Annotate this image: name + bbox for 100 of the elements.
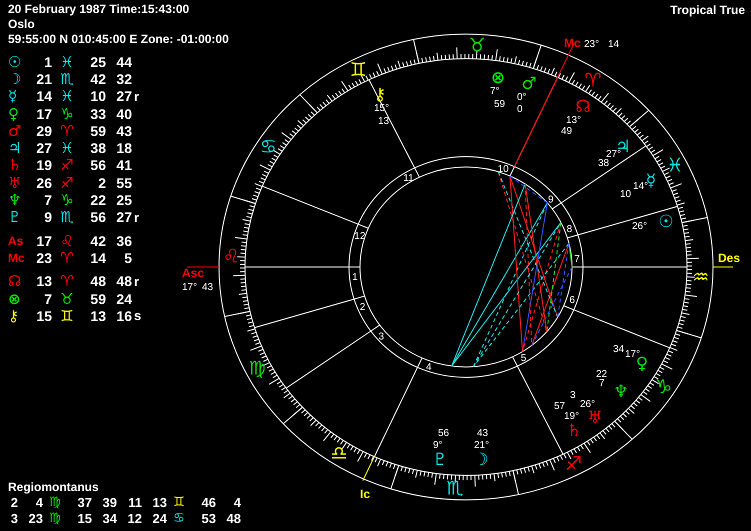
motion-flag-text: r xyxy=(134,210,140,225)
sign-glyph: ♈ xyxy=(59,272,75,290)
sign-glyph: ♌ xyxy=(59,232,75,250)
minutes-label: 38 xyxy=(598,158,610,169)
body-glyph: ☊ xyxy=(8,272,22,290)
minutes-label: 49 xyxy=(561,126,572,137)
degree-value: 26 xyxy=(35,174,52,191)
body-glyph: ☿ xyxy=(8,87,18,106)
body-glyph: ♂ xyxy=(8,122,22,140)
house-number-value: 2 xyxy=(10,495,18,511)
sign-glyph: ♈ xyxy=(59,248,75,267)
seconds-value: 5 xyxy=(123,250,132,266)
zodiac-sign-glyph: ♐ xyxy=(565,452,582,475)
planet-glyph: ☊ xyxy=(575,97,591,117)
house-number: 9 xyxy=(548,194,554,206)
minutes-value: 59 xyxy=(89,290,106,306)
planet-glyph: ⚷ xyxy=(374,85,386,105)
minutes-value: 33 xyxy=(89,106,106,122)
house-number-value: 11 xyxy=(127,495,142,511)
body-glyph: ♅ xyxy=(8,174,22,192)
sign-glyph: ♐ xyxy=(59,174,75,192)
degree-value: 19 xyxy=(35,157,52,174)
zodiac-sign-glyph: ♑ xyxy=(655,376,672,398)
house-number: 6 xyxy=(569,295,575,306)
minutes-label: 34 xyxy=(613,344,624,355)
zodiac-sign-glyph: ♏ xyxy=(446,477,464,500)
angle-label: Asc xyxy=(182,266,204,280)
minutes-label: 59 xyxy=(494,99,506,110)
planet-glyph: ♅ xyxy=(587,408,603,428)
seconds-value: 27 xyxy=(115,209,132,226)
planet-glyph: ♀ xyxy=(636,354,648,374)
angle-label: Des xyxy=(718,251,740,265)
planet-glyph: ☉ xyxy=(658,212,674,232)
seconds-value: 27 xyxy=(115,88,132,104)
seconds-value: 48 xyxy=(226,511,241,527)
motion-flag-text: r xyxy=(134,274,140,289)
degree-value: 4 xyxy=(34,495,43,511)
house-number: 11 xyxy=(403,172,414,184)
motion-flag-text: s xyxy=(134,308,142,324)
degree-value: 23 xyxy=(28,511,43,527)
house-number-value: 3 xyxy=(10,511,18,527)
house-number: 12 xyxy=(354,230,366,242)
zodiac-sign-glyph: ♋ xyxy=(260,136,277,158)
degree-label: 26° xyxy=(580,399,596,410)
body-glyph: ♄ xyxy=(8,156,22,174)
degree-value: 9 xyxy=(43,209,52,226)
sign-glyph: ♍ xyxy=(48,511,62,527)
sign-glyph: ♓ xyxy=(59,87,75,106)
degree-value: 17 xyxy=(35,106,52,122)
house-system-title: Regiomontanus xyxy=(8,480,100,495)
body-glyph: ☉ xyxy=(8,52,22,71)
sign-glyph: ♊ xyxy=(172,495,186,511)
degree-value: 29 xyxy=(35,122,52,139)
seconds-value: 16 xyxy=(115,308,132,324)
planet-glyph: ♄ xyxy=(566,421,582,441)
sign-glyph: ♈ xyxy=(59,122,75,140)
sign-glyph: ♐ xyxy=(59,156,75,174)
house-number: 3 xyxy=(378,331,384,342)
degree-value: 13 xyxy=(35,273,52,290)
seconds-value: 36 xyxy=(115,232,132,249)
minutes-value: 59 xyxy=(89,122,106,139)
seconds-value: 48 xyxy=(115,273,132,290)
degree-value: 7 xyxy=(43,290,52,306)
sign-glyph: ♓ xyxy=(59,52,75,71)
sign-glyph: ♑ xyxy=(59,191,75,210)
planet-glyph: ♆ xyxy=(613,382,629,402)
zodiac-sign-glyph: ♒ xyxy=(692,266,710,289)
degree-label: 21° xyxy=(474,440,490,451)
minutes-value: 48 xyxy=(89,273,106,290)
planet-glyph: ♂ xyxy=(521,74,537,94)
minutes-value: 46 xyxy=(200,495,216,511)
planet-glyph: ♇ xyxy=(432,450,448,470)
body-glyph: ☽ xyxy=(8,70,22,88)
house-number: 8 xyxy=(566,224,572,235)
seconds-value: 24 xyxy=(115,290,132,306)
degree-value: 17 xyxy=(35,232,52,249)
angle-label: Ic xyxy=(360,487,370,501)
degree-label: 22 xyxy=(596,369,608,380)
planet-glyph: ☽ xyxy=(473,450,489,470)
seconds-value: 25 xyxy=(115,192,132,208)
minutes-value: 56 xyxy=(89,157,106,174)
seconds-value: 41 xyxy=(115,157,132,174)
house-number: 10 xyxy=(498,164,509,175)
body-glyph: ⊗ xyxy=(8,290,22,308)
seconds-value: 32 xyxy=(115,70,132,87)
minutes-label: 7 xyxy=(599,378,605,389)
minutes-value: 56 xyxy=(89,209,106,226)
minutes-value: 15 xyxy=(76,511,92,527)
minutes-value: 10 xyxy=(89,88,106,104)
planet-glyph: ☿ xyxy=(646,171,656,191)
seconds-value: 4 xyxy=(232,495,241,511)
minutes-label: 56 xyxy=(438,428,450,439)
house-number-value: 12 xyxy=(126,511,142,527)
degree-label: 14° xyxy=(633,181,648,192)
minutes-label: 43 xyxy=(477,428,488,439)
sign-glyph: ♍ xyxy=(48,495,62,511)
degree-value: 23 xyxy=(35,250,52,266)
zodiac-type-text: Tropical True xyxy=(670,3,745,17)
minutes-value: 2 xyxy=(97,174,106,191)
angle-minutes: 43 xyxy=(202,282,214,293)
